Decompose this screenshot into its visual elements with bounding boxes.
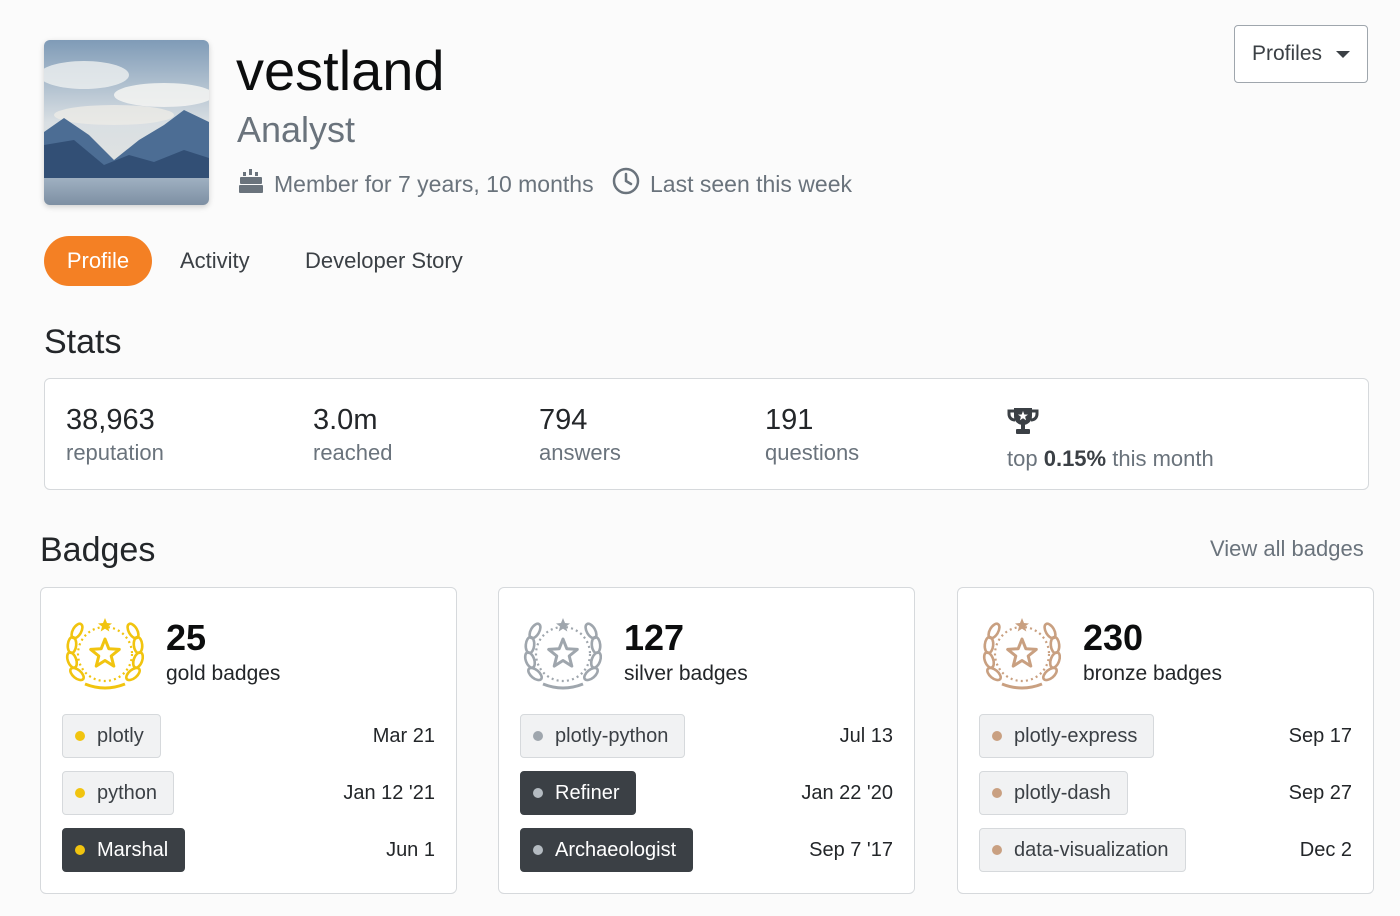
view-all-badges-link[interactable]: View all badges	[1210, 536, 1364, 562]
stat-reputation: 38,963 reputation	[66, 403, 164, 467]
top-suffix: this month	[1112, 446, 1214, 471]
trophy-icon	[1007, 408, 1039, 440]
last-seen-text: Last seen this week	[650, 170, 853, 197]
stat-value: 38,963	[66, 404, 155, 436]
badge-name: plotly-express	[1014, 724, 1138, 747]
badge-date: Sep 7 '17	[809, 839, 893, 861]
bronze-badge-icon	[980, 614, 1064, 695]
badge-row: python Jan 12 '21	[62, 771, 435, 815]
stat-label: reputation	[66, 440, 164, 465]
user-role: Analyst	[237, 109, 356, 150]
stat-top-percent: top 0.15% this month	[1007, 406, 1214, 473]
stat-value: 794	[539, 404, 588, 436]
stat-label: reached	[313, 440, 393, 465]
badge-name: plotly-python	[555, 724, 669, 747]
stat-questions: 191 questions	[765, 403, 859, 467]
profiles-dropdown-button[interactable]: Profiles	[1234, 25, 1368, 83]
stat-label: questions	[765, 440, 860, 465]
badge-date: Sep 27	[1288, 782, 1352, 804]
bronze-badge-count: 230	[1083, 617, 1144, 658]
stat-value: 191	[765, 404, 814, 436]
badge-date: Jan 22 '20	[801, 782, 893, 804]
bronze-badges-card: 230 bronze badges plotly-express Sep 17 …	[957, 587, 1374, 894]
gold-dot-icon	[75, 731, 85, 741]
badges-heading: Badges	[40, 531, 156, 569]
stat-reached: 3.0m reached	[313, 403, 393, 467]
silver-dot-icon	[533, 788, 543, 798]
badge-tag-plotly[interactable]: plotly	[62, 714, 161, 758]
badge-row: plotly-python Jul 13	[520, 714, 893, 758]
badge-name: plotly-dash	[1014, 781, 1111, 804]
badge-name: python	[97, 781, 158, 804]
badge-tag-plotly-dash[interactable]: plotly-dash	[979, 771, 1128, 815]
gold-badge-label: gold badges	[166, 662, 281, 685]
badge-date: Sep 17	[1288, 725, 1352, 747]
badge-tag-archaeologist[interactable]: Archaeologist	[520, 828, 694, 872]
badge-row: plotly-dash Sep 27	[979, 771, 1352, 815]
gold-dot-icon	[75, 845, 85, 855]
badge-date: Jan 12 '21	[343, 782, 435, 804]
cake-icon	[238, 167, 274, 201]
member-since-text: Member for 7 years, 10 months	[274, 170, 594, 197]
avatar	[44, 40, 209, 205]
stat-answers: 794 answers	[539, 403, 621, 467]
username: vestland	[236, 39, 445, 102]
bronze-dot-icon	[992, 731, 1002, 741]
badge-name: Archaeologist	[555, 838, 677, 861]
bronze-dot-icon	[992, 845, 1002, 855]
stat-value: 3.0m	[313, 404, 378, 436]
last-seen: Last seen this week	[612, 167, 853, 201]
badge-name: Marshal	[97, 838, 169, 861]
stats-heading: Stats	[44, 323, 122, 361]
caret-down-icon	[1336, 50, 1351, 58]
profiles-button-label: Profiles	[1251, 42, 1323, 65]
top-prefix: top	[1007, 446, 1038, 471]
gold-badges-card: 25 gold badges plotly Mar 21 python Jan …	[40, 587, 457, 894]
silver-badge-label: silver badges	[624, 662, 748, 685]
tab-activity[interactable]: Activity	[180, 236, 250, 286]
badge-row: data-visualization Dec 2	[979, 828, 1352, 872]
badge-name: plotly	[97, 724, 144, 747]
badge-row: Archaeologist Sep 7 '17	[520, 828, 893, 872]
badge-row: plotly-express Sep 17	[979, 714, 1352, 758]
badge-tag-plotly-python[interactable]: plotly-python	[520, 714, 686, 758]
gold-badge-count: 25	[166, 617, 207, 658]
bronze-dot-icon	[992, 788, 1002, 798]
badge-row: Refiner Jan 22 '20	[520, 771, 893, 815]
badge-row: plotly Mar 21	[62, 714, 435, 758]
silver-badges-card: 127 silver badges plotly-python Jul 13 R…	[498, 587, 915, 894]
silver-badge-count: 127	[624, 617, 685, 658]
stat-label: answers	[539, 440, 621, 465]
badge-date: Dec 2	[1299, 839, 1352, 861]
badge-tag-marshal[interactable]: Marshal	[62, 828, 186, 872]
tab-developer-story[interactable]: Developer Story	[305, 236, 463, 286]
badge-date: Jul 13	[839, 725, 893, 747]
silver-dot-icon	[533, 731, 543, 741]
member-since: Member for 7 years, 10 months	[238, 168, 594, 200]
badge-tag-refiner[interactable]: Refiner	[520, 771, 637, 815]
badge-date: Jun 1	[386, 839, 435, 861]
bronze-badge-label: bronze badges	[1083, 662, 1222, 685]
badge-date: Mar 21	[372, 725, 435, 747]
badge-tag-python[interactable]: python	[62, 771, 175, 815]
badge-tag-data-visualization[interactable]: data-visualization	[979, 828, 1186, 872]
badge-tag-plotly-express[interactable]: plotly-express	[979, 714, 1155, 758]
silver-dot-icon	[533, 845, 543, 855]
tab-profile[interactable]: Profile	[44, 236, 152, 286]
clock-icon	[612, 167, 650, 201]
gold-dot-icon	[75, 788, 85, 798]
top-value: 0.15%	[1043, 446, 1107, 471]
avatar-image	[44, 40, 209, 205]
top-percent-text: top 0.15% this month	[1007, 445, 1214, 473]
badge-name: data-visualization	[1014, 838, 1169, 861]
gold-badge-icon	[63, 614, 147, 695]
badge-name: Refiner	[555, 781, 620, 804]
badge-row: Marshal Jun 1	[62, 828, 435, 872]
silver-badge-icon	[521, 614, 605, 695]
